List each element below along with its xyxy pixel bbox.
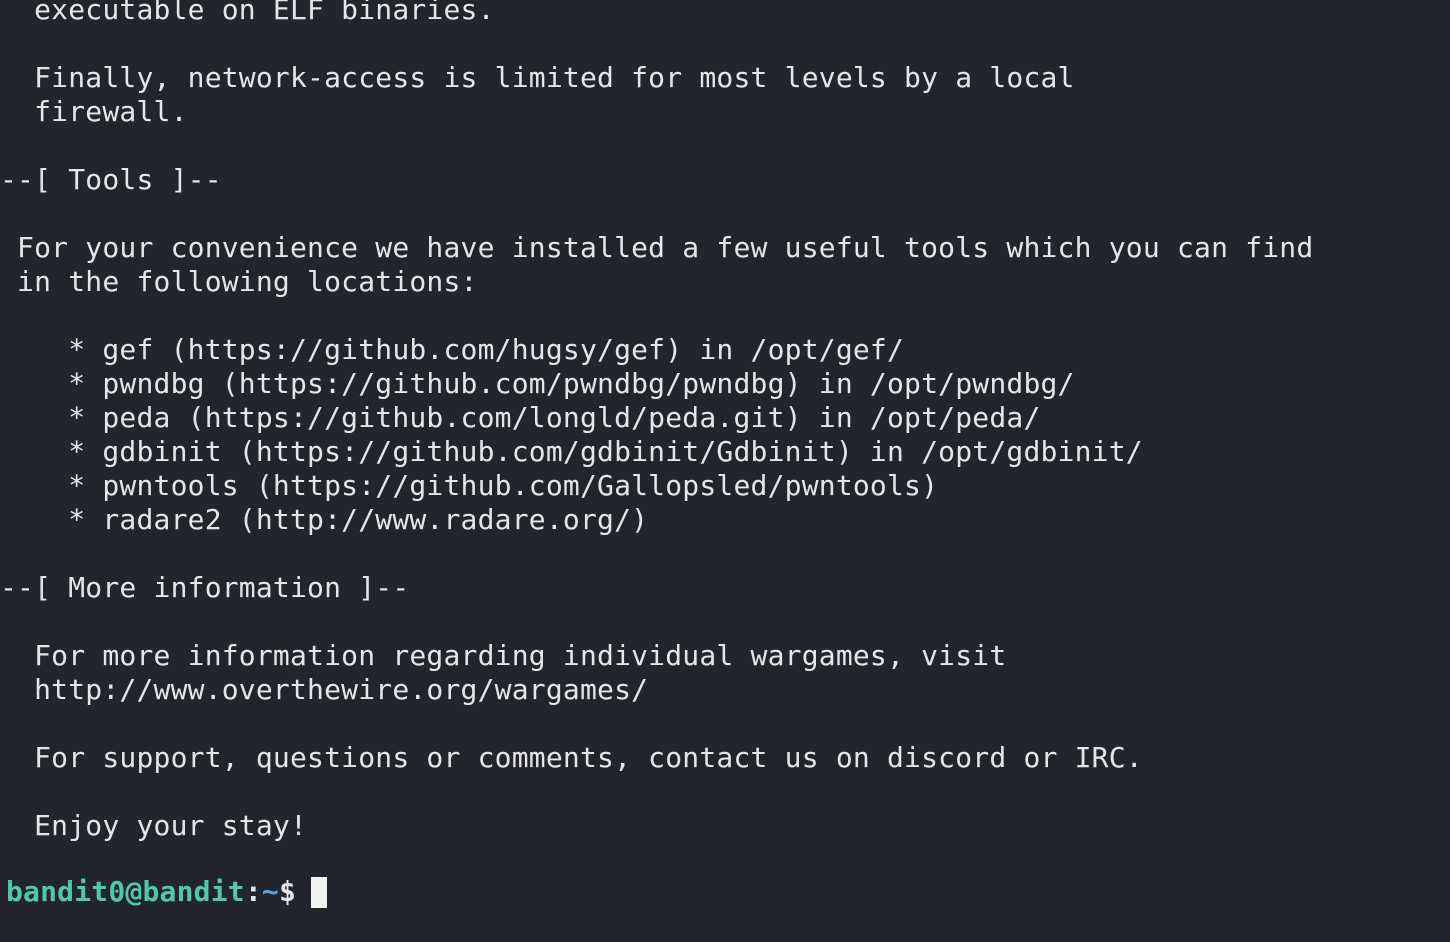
terminal-window[interactable]: executable on ELF binaries. Finally, net…	[0, 0, 1450, 942]
prompt-separator: :	[244, 875, 262, 908]
tool-list-item: * gef (https://github.com/hugsy/gef) in …	[0, 333, 905, 366]
prompt-path: ~	[261, 875, 279, 908]
output-line: executable on ELF binaries.	[0, 0, 495, 26]
tool-list-item: * pwndbg (https://github.com/pwndbg/pwnd…	[0, 367, 1075, 400]
output-line: Finally, network-access is limited for m…	[0, 61, 1075, 94]
output-line: firewall.	[0, 95, 188, 128]
output-line: Enjoy your stay!	[0, 809, 308, 842]
output-line: in the following locations:	[0, 265, 478, 298]
prompt-symbol: $	[278, 875, 314, 908]
output-line: For your convenience we have installed a…	[0, 231, 1314, 264]
tool-list-item: * gdbinit (https://github.com/gdbinit/Gd…	[0, 435, 1143, 468]
output-line: http://www.overthewire.org/wargames/	[0, 673, 649, 706]
text-cursor[interactable]	[311, 877, 327, 908]
tool-list-item: * radare2 (http://www.radare.org/)	[0, 503, 649, 536]
prompt-user-host: bandit0@bandit	[6, 875, 245, 908]
output-line: For more information regarding individua…	[0, 639, 1007, 672]
section-heading-tools: --[ Tools ]--	[0, 163, 222, 196]
shell-prompt[interactable]: bandit0@bandit:~$	[6, 875, 313, 909]
tool-list-item: * pwntools (https://github.com/Gallopsle…	[0, 469, 939, 502]
output-line: For support, questions or comments, cont…	[0, 741, 1143, 774]
tool-list-item: * peda (https://github.com/longld/peda.g…	[0, 401, 1041, 434]
section-heading-more-information: --[ More information ]--	[0, 571, 410, 604]
